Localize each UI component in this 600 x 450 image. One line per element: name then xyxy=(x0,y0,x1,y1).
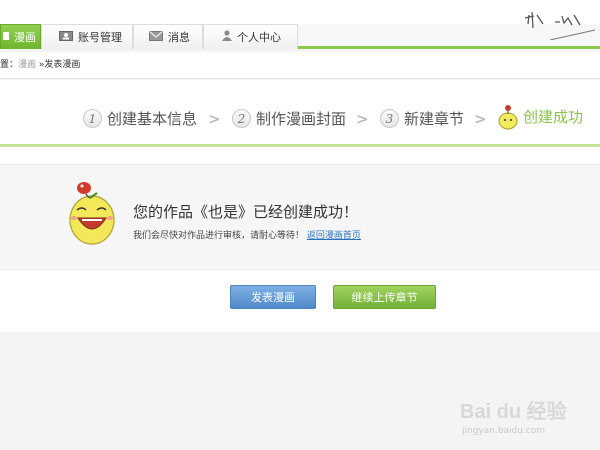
mascot-small-icon xyxy=(498,105,518,130)
progress-steps: 1 创建基本信息 > 2 制作漫画封面 > 3 新建章节 > 创建成功 xyxy=(0,80,600,147)
success-subtitle: 我们会尽快对作品进行审核，请耐心等待！ 返回漫画首页 xyxy=(133,228,361,241)
breadcrumb-current: 发表漫画 xyxy=(44,60,81,70)
tab-personal-center[interactable]: 个人中心 xyxy=(203,24,298,49)
step-2-number: 2 xyxy=(232,109,251,128)
tab-personal-label: 个人中心 xyxy=(237,31,281,44)
step-1: 1 创建基本信息 xyxy=(83,108,197,129)
tab-account-management[interactable]: 账号管理 xyxy=(41,24,133,49)
breadcrumb-link-comic[interactable]: 漫画 xyxy=(18,60,36,70)
step-3-number: 3 xyxy=(380,109,399,128)
chevron-right-icon: > xyxy=(474,110,487,128)
continue-upload-chapter-button[interactable]: 继续上传章节 xyxy=(333,285,436,309)
tab-comic[interactable]: 漫画 xyxy=(0,24,41,49)
step-1-number: 1 xyxy=(83,109,102,128)
breadcrumb-prefix: 置： xyxy=(0,60,19,70)
step-4: 创建成功 xyxy=(496,102,583,130)
step-3-label: 新建章节 xyxy=(404,110,465,128)
chevron-right-icon: > xyxy=(208,110,221,128)
mascot-illustration xyxy=(69,182,115,245)
envelope-icon xyxy=(149,30,163,44)
tab-messages-label: 消息 xyxy=(168,31,190,44)
main-content: 1 创建基本信息 > 2 制作漫画封面 > 3 新建章节 > 创建成功 您的作品… xyxy=(0,80,600,332)
step-2-label: 制作漫画封面 xyxy=(256,110,347,128)
person-icon xyxy=(222,30,232,44)
comic-icon xyxy=(3,31,9,44)
account-card-icon xyxy=(59,30,73,44)
step-3: 3 新建章节 xyxy=(380,108,464,129)
step-1-label: 创建基本信息 xyxy=(107,110,198,128)
chevron-right-icon: > xyxy=(356,110,369,128)
watermark-brand: Bai du 经验 xyxy=(460,399,567,423)
step-4-label: 创建成功 xyxy=(523,107,584,126)
review-notice: 我们会尽快对作品进行审核，请耐心等待！ xyxy=(133,231,305,241)
tab-comic-label: 漫画 xyxy=(14,31,36,44)
tab-messages[interactable]: 消息 xyxy=(133,24,203,49)
back-to-comic-home-link[interactable]: 返回漫画首页 xyxy=(307,231,361,241)
handwriting-decoration xyxy=(524,11,596,40)
publish-comic-button[interactable]: 发表漫画 xyxy=(230,285,316,309)
success-message: 您的作品《也是》已经创建成功！ xyxy=(133,203,359,221)
watermark-url: jingyan.baidu.com xyxy=(462,426,546,436)
step-2: 2 制作漫画封面 xyxy=(232,108,346,129)
success-panel: 您的作品《也是》已经创建成功！ 我们会尽快对作品进行审核，请耐心等待！ 返回漫画… xyxy=(0,164,600,270)
tab-account-label: 账号管理 xyxy=(78,31,122,44)
breadcrumb: 置：漫画 »发表漫画 xyxy=(0,52,600,79)
